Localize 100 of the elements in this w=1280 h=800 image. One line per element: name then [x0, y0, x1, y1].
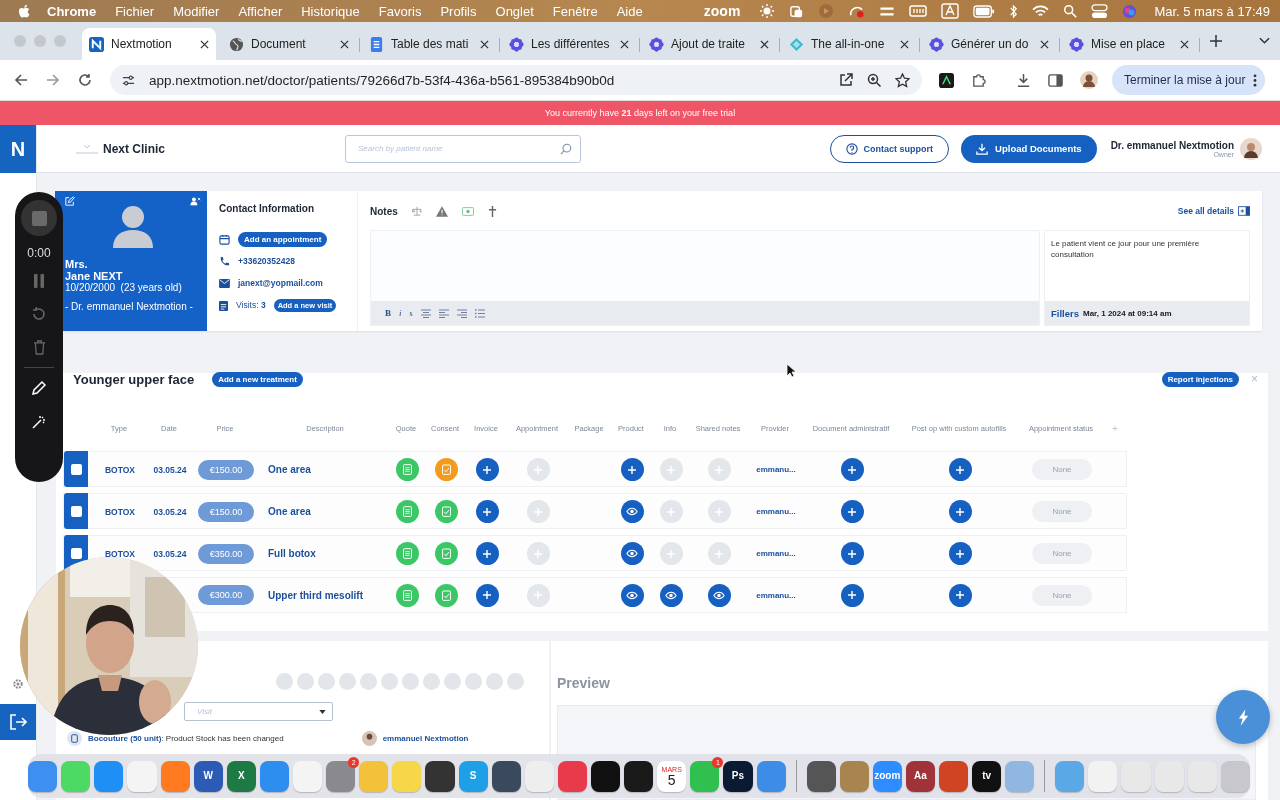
add-button[interactable]: [948, 500, 972, 523]
close-icon[interactable]: [340, 39, 349, 49]
avatar-icon[interactable]: [1240, 137, 1262, 160]
close-icon[interactable]: [760, 39, 769, 49]
address-field[interactable]: app.nextmotion.net/doctor/patients/79266d7b-53f4-436a-b561-895384b90b0d: [110, 65, 922, 95]
settings-icon[interactable]: [12, 678, 24, 690]
edit-icon[interactable]: [65, 196, 75, 206]
menu-item[interactable]: Afficher: [238, 3, 283, 19]
browser-tab[interactable]: Ajout de traite: [642, 28, 776, 60]
view-button[interactable]: [620, 500, 644, 523]
browser-tab[interactable]: Nextmotion: [82, 28, 216, 60]
align-left-icon[interactable]: [438, 308, 449, 318]
back-icon[interactable]: [14, 73, 28, 87]
keyboard-input-icon[interactable]: [941, 3, 960, 19]
checkbox[interactable]: [64, 493, 88, 529]
quote-button[interactable]: [395, 500, 419, 523]
close-icon[interactable]: [620, 39, 629, 49]
forward-icon[interactable]: [46, 73, 60, 87]
consent-button[interactable]: [434, 500, 458, 523]
menu-item[interactable]: Fichier: [115, 3, 155, 19]
upload-documents-button[interactable]: Upload Documents: [961, 134, 1097, 163]
wifi-icon[interactable]: [1032, 4, 1050, 18]
format-button[interactable]: s: [409, 308, 413, 318]
menu-item[interactable]: Favoris: [378, 3, 422, 19]
stop-button[interactable]: [21, 200, 57, 236]
add-button[interactable]: [840, 458, 864, 481]
email-address[interactable]: janext@yopmail.com: [238, 278, 323, 288]
format-button[interactable]: B: [385, 308, 391, 318]
restart-icon[interactable]: [31, 306, 47, 322]
add-button[interactable]: [475, 542, 499, 565]
browser-tab[interactable]: Générer un do: [922, 28, 1056, 60]
circle-icon[interactable]: [818, 3, 835, 19]
search-field[interactable]: Search by patient name: [345, 134, 581, 163]
profile-avatar-icon[interactable]: [1080, 71, 1098, 89]
add-appointment-button[interactable]: Add an appointment: [238, 231, 328, 247]
list-icon[interactable]: [474, 308, 485, 318]
add-button[interactable]: [948, 542, 972, 565]
bluetooth-icon[interactable]: [1009, 3, 1019, 19]
add-button[interactable]: [475, 583, 499, 607]
view-button[interactable]: [659, 583, 683, 607]
star-icon[interactable]: [895, 72, 910, 88]
align-center-icon[interactable]: [420, 308, 431, 318]
update-button[interactable]: Terminer la mise à jour: [1112, 65, 1266, 95]
close-icon[interactable]: [200, 39, 209, 49]
add-button[interactable]: [840, 583, 864, 607]
app-icon[interactable]: W: [193, 760, 223, 792]
browser-tab[interactable]: Les différentes: [502, 28, 636, 60]
quote-button[interactable]: [395, 583, 419, 607]
scale-icon[interactable]: [411, 206, 422, 216]
browser-tab[interactable]: Document: [222, 28, 356, 60]
add-button[interactable]: [840, 500, 864, 523]
consent-button[interactable]: [434, 458, 458, 481]
reload-icon[interactable]: [78, 73, 92, 87]
open-external-icon[interactable]: [839, 73, 853, 87]
align-right-icon[interactable]: [456, 308, 467, 318]
app-icon[interactable]: [590, 760, 621, 792]
quote-button[interactable]: [395, 458, 419, 481]
cross-icon[interactable]: [487, 205, 497, 217]
view-button[interactable]: [620, 583, 644, 607]
add-button[interactable]: [840, 542, 864, 565]
see-all-details-link[interactable]: See all details: [1177, 206, 1234, 216]
status-text[interactable]: zoom: [703, 3, 741, 19]
download-icon[interactable]: [1016, 72, 1031, 88]
toggle-icon[interactable]: [1091, 3, 1109, 19]
menu-item[interactable]: Onglet: [495, 3, 534, 19]
browser-tab[interactable]: The all-in-one: [782, 28, 916, 60]
close-icon[interactable]: [480, 39, 489, 49]
add-button[interactable]: [948, 583, 972, 607]
chevron-down-icon[interactable]: [1259, 37, 1270, 45]
clock[interactable]: Mar. 5 mars à 17:49: [1154, 3, 1270, 19]
view-button[interactable]: [620, 542, 644, 565]
app-icon[interactable]: zoom: [872, 760, 902, 792]
side-panel-icon[interactable]: [1048, 72, 1063, 88]
search-icon[interactable]: [560, 142, 572, 155]
add-button[interactable]: [475, 500, 499, 523]
battery-icon[interactable]: [973, 4, 996, 18]
app-icon[interactable]: Ps: [723, 760, 753, 792]
warning-icon[interactable]: [435, 205, 448, 217]
app-icon[interactable]: X: [226, 760, 256, 792]
app-icon[interactable]: Aa: [905, 760, 935, 792]
format-button[interactable]: i: [399, 308, 402, 318]
consent-button[interactable]: [434, 542, 458, 565]
pen-icon[interactable]: [31, 380, 47, 396]
close-icon[interactable]: [900, 39, 909, 49]
banknote-icon[interactable]: [461, 206, 474, 216]
memory-icon[interactable]: [909, 4, 928, 18]
trash-icon[interactable]: [32, 340, 46, 355]
app-logo[interactable]: N: [0, 125, 36, 173]
checkbox[interactable]: [64, 451, 88, 487]
add-button[interactable]: [475, 458, 499, 481]
menu-item[interactable]: Aide: [616, 3, 643, 19]
puzzle-icon[interactable]: [971, 72, 986, 88]
menu-item[interactable]: Historique: [301, 3, 360, 19]
add-button[interactable]: [948, 458, 972, 481]
logout-button[interactable]: [0, 704, 36, 740]
zoom-icon[interactable]: [867, 73, 881, 87]
remove-user-icon[interactable]: [190, 196, 201, 206]
pause-icon[interactable]: [33, 274, 45, 288]
menu-item[interactable]: Chrome: [47, 3, 97, 19]
sun-icon[interactable]: [759, 3, 776, 19]
